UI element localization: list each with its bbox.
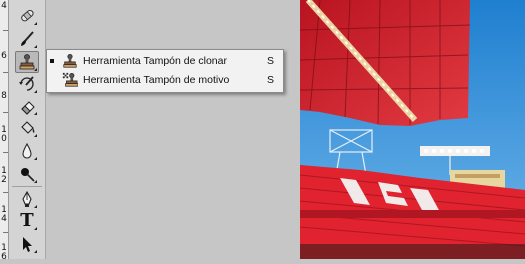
menu-item-clone-stamp[interactable]: Herramienta Tampón de clonar S [47, 51, 283, 71]
shortcut-key: S [267, 55, 275, 67]
ruler-number: 8 [1, 91, 7, 101]
ruler-number: 6 [1, 51, 7, 61]
tool-flyout-menu: Herramienta Tampón de clonar S Herramien… [46, 49, 284, 93]
ruler-number: 1 2 [1, 166, 7, 185]
clone-stamp-tool[interactable] [15, 51, 39, 73]
stadium-image [299, 0, 525, 259]
inactive-bullet [50, 78, 54, 82]
menu-item-label: Herramienta Tampón de clonar [83, 55, 227, 67]
ruler-number: 1 4 [1, 205, 7, 224]
pen-tool[interactable] [16, 189, 38, 209]
tools-panel: T [9, 0, 46, 259]
clone-stamp-icon [62, 53, 78, 69]
vertical-ruler: 4 6 8 1 0 1 2 1 4 1 6 [0, 0, 9, 262]
path-selection-tool[interactable] [16, 234, 38, 254]
eraser-tool[interactable] [16, 96, 38, 116]
type-icon: T [20, 210, 34, 231]
workspace-background [46, 0, 300, 259]
menu-item-label: Herramienta Tampón de motivo [83, 74, 230, 86]
type-tool[interactable]: T [16, 211, 38, 231]
history-brush-tool[interactable] [16, 74, 38, 94]
dodge-tool[interactable] [16, 164, 38, 184]
pattern-stamp-icon [62, 72, 78, 88]
menu-item-pattern-stamp[interactable]: Herramienta Tampón de motivo S [47, 70, 283, 90]
blur-tool[interactable] [16, 141, 38, 161]
ruler-number: 4 [1, 1, 7, 11]
paint-bucket-tool[interactable] [16, 118, 38, 138]
shortcut-key: S [267, 74, 275, 86]
active-bullet [50, 59, 54, 63]
ruler-number: 1 6 [1, 243, 7, 262]
healing-brush-tool[interactable] [16, 6, 38, 26]
ruler-number: 1 0 [1, 125, 7, 144]
brush-tool[interactable] [16, 29, 38, 49]
document-canvas-photo [299, 0, 525, 259]
